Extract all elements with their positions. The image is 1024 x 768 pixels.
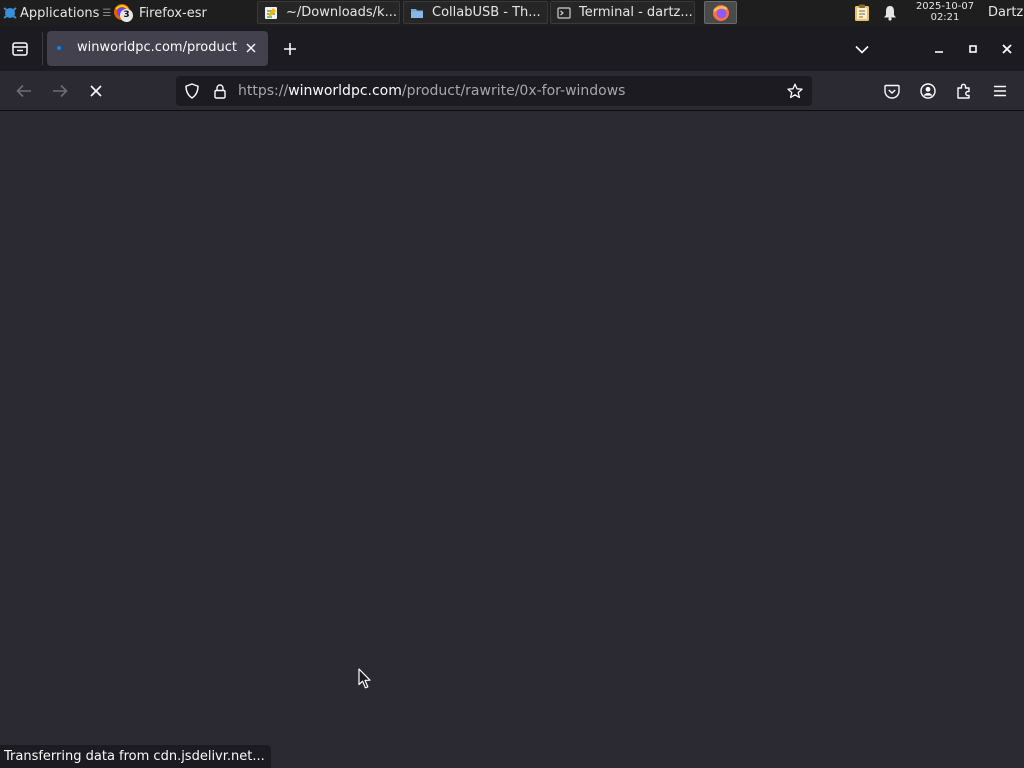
forward-button[interactable] [48, 79, 72, 103]
stop-loading-button[interactable] [84, 79, 108, 103]
url-domain: winworldpc.com [288, 83, 402, 99]
lock-icon[interactable] [212, 83, 228, 99]
puzzle-piece-icon [957, 83, 970, 99]
pocket-icon [884, 84, 900, 99]
list-all-tabs-button[interactable] [850, 37, 874, 61]
tab-strip-divider [42, 32, 43, 65]
url-text[interactable]: https://winworldpc.com/product/rawrite/0… [238, 83, 625, 99]
clipboard-icon[interactable] [852, 3, 872, 23]
app-menu-button[interactable] [988, 79, 1012, 103]
user-menu[interactable]: Dartz [988, 0, 1023, 26]
tab-strip: winworldpc.com/product [0, 26, 1024, 71]
firefox-view-icon [12, 42, 28, 56]
star-icon [787, 83, 803, 99]
firefox-view-button[interactable] [8, 37, 32, 61]
page-content-area[interactable] [0, 112, 1024, 768]
plus-icon [284, 43, 296, 55]
tab-active[interactable]: winworldpc.com/product [47, 31, 268, 66]
menu-separator-icon: ☰ [102, 7, 112, 19]
taskbar-task-text-editor[interactable]: ~/Downloads/k... [257, 1, 400, 24]
clock-date: 2025-10-07 [915, 1, 975, 12]
taskbar-task-terminal[interactable]: Terminal - dartz... [550, 1, 695, 24]
minimize-button[interactable] [928, 37, 950, 61]
url-prefix: https:// [238, 83, 289, 99]
system-taskbar: Applications ☰ 3 Firefox-esr ~/Downloads… [0, 0, 1024, 26]
close-icon [246, 43, 256, 53]
account-button[interactable] [916, 79, 940, 103]
firefox-launcher-label: Firefox-esr [139, 5, 207, 21]
tab-close-button[interactable] [243, 40, 259, 56]
text-editor-icon [265, 6, 277, 19]
clock-time: 02:21 [930, 12, 960, 23]
url-bar[interactable]: https://winworldpc.com/product/rawrite/0… [176, 76, 812, 106]
maximize-icon [969, 45, 977, 53]
url-path: /product/rawrite/0x-for-windows [401, 83, 626, 99]
stop-icon [90, 85, 102, 97]
tab-title: winworldpc.com/product [77, 40, 237, 55]
account-icon [920, 83, 936, 99]
back-button[interactable] [12, 79, 36, 103]
mouse-pointer-icon [358, 668, 371, 689]
task-label: CollabUSB - Th... [432, 5, 541, 20]
navigation-toolbar: https://winworldpc.com/product/rawrite/0… [0, 71, 1024, 111]
taskbar-firefox-launcher[interactable]: 3 Firefox-esr [113, 0, 207, 26]
system-clock[interactable]: 2025-10-07 02:21 [908, 1, 982, 23]
notification-bell-icon[interactable] [880, 3, 900, 23]
window-close-button[interactable] [996, 37, 1018, 61]
firefox-icon [712, 4, 729, 21]
task-label: Terminal - dartz... [579, 5, 693, 20]
extensions-button[interactable] [952, 79, 976, 103]
taskbar-task-firefox[interactable] [704, 1, 737, 24]
tracking-protection-shield-icon[interactable] [184, 83, 200, 99]
minimize-icon [935, 51, 943, 53]
applications-label: Applications [20, 5, 100, 21]
applications-logo-icon [3, 7, 17, 19]
folder-icon [411, 8, 423, 18]
task-label: ~/Downloads/k... [286, 5, 397, 20]
status-panel: Transferring data from cdn.jsdelivr.net.… [0, 745, 271, 768]
hamburger-menu-icon [994, 85, 1006, 97]
arrow-right-icon [53, 84, 68, 98]
pocket-button[interactable] [880, 79, 904, 103]
firefox-count-badge: 3 [120, 9, 133, 22]
tab-loading-icon [57, 46, 61, 50]
chevron-down-icon [855, 45, 869, 54]
arrow-left-icon [16, 84, 31, 98]
applications-menu-button[interactable]: Applications ☰ [2, 0, 111, 26]
close-icon [1002, 44, 1012, 54]
terminal-icon [557, 6, 571, 19]
bookmark-star-button[interactable] [786, 82, 804, 100]
maximize-button[interactable] [962, 37, 984, 61]
firefox-launcher-icon: 3 [113, 3, 133, 23]
taskbar-task-file-manager[interactable]: CollabUSB - Th... [403, 1, 548, 24]
new-tab-button[interactable] [278, 37, 302, 61]
